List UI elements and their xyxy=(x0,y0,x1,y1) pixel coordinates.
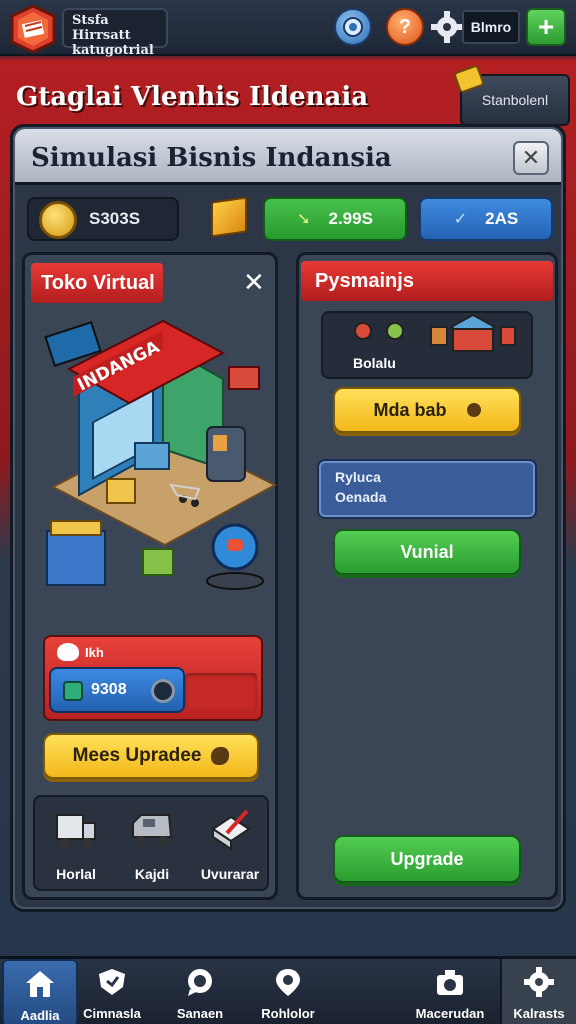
nav-label: Cimnasla xyxy=(83,1006,141,1021)
upgrade-store-button[interactable]: Mees Upradee xyxy=(43,733,259,779)
vehicle-item-truck[interactable]: Horlal xyxy=(41,803,111,887)
panel-header: Simulasi Bisnis Indansia ✕ xyxy=(15,129,561,185)
shield-icon xyxy=(99,969,125,995)
package-icon xyxy=(63,681,83,701)
gear-icon xyxy=(524,967,554,997)
coin-value: S303S xyxy=(89,209,141,228)
coin-bag-icon xyxy=(211,747,230,765)
arrow-icon: ➘ xyxy=(297,211,311,228)
shop-illustration[interactable]: INDANGA xyxy=(43,299,279,619)
gear-icon[interactable] xyxy=(430,10,464,44)
van-icon xyxy=(132,814,173,846)
progress-label: Ikh xyxy=(85,645,104,660)
vehicle-selector: Horlal Kajdi Uvurarar xyxy=(33,795,269,891)
nav-label: Rohlolor xyxy=(261,1006,315,1021)
coin-icon xyxy=(39,201,77,239)
settings-icon[interactable] xyxy=(334,8,372,46)
partners-title: Pysmainjs xyxy=(301,261,553,301)
game-logo-icon[interactable] xyxy=(8,4,58,54)
nav-item-chat[interactable]: Sanaen xyxy=(162,959,238,1024)
add-currency-button[interactable]: + xyxy=(526,8,566,46)
vehicle-label: Uvurarar xyxy=(200,866,260,882)
brand-line-2: katugotrial xyxy=(72,43,154,58)
info-line-1: Ryluca xyxy=(335,469,381,485)
coin-stat: S303S xyxy=(27,197,179,241)
virtual-store-title: Toko Virtual xyxy=(31,263,163,303)
upgrade-store-label: Mees Upradee xyxy=(72,745,202,766)
home-icon xyxy=(26,971,54,997)
feature-label: Bolalu xyxy=(353,355,396,371)
nav-label: Sanaen xyxy=(176,1006,224,1021)
brand-name: Stsfa Hirrsatt katugotrial xyxy=(62,8,168,58)
check-icon: ✓ xyxy=(453,211,468,228)
stats-row: S303S ➘ 2.99S ✓ 2AS xyxy=(27,196,557,243)
green-stat[interactable]: ➘ 2.99S xyxy=(263,197,407,241)
delivery-box-icon xyxy=(211,809,251,851)
top-bar: Stsfa Hirrsatt katugotrial ? Blmro + xyxy=(0,0,576,58)
cog-icon xyxy=(343,17,363,37)
coin-icon xyxy=(466,403,481,417)
virtual-store-card: Toko Virtual ✕ INDANGA Ikh 9308 Mees Upr… xyxy=(22,252,278,900)
chat-icon xyxy=(188,969,212,996)
nav-label: Kalrasts xyxy=(513,1006,565,1021)
brand-line-1: Stsfa Hirrsatt xyxy=(72,13,131,43)
blue-stat-value: 2AS xyxy=(485,209,519,228)
feature-preview[interactable]: Bolalu xyxy=(321,311,533,379)
vunial-button[interactable]: Vunial xyxy=(333,529,521,575)
blue-stat[interactable]: ✓ 2AS xyxy=(419,197,553,241)
location-icon xyxy=(276,969,300,996)
vehicle-label: Kajdi xyxy=(134,866,170,882)
nav-item-location[interactable]: Rohlolor xyxy=(250,959,326,1024)
maba-button-label: Mda bab xyxy=(373,399,447,420)
progress-track xyxy=(185,673,257,709)
nav-item-home[interactable]: Aadlia xyxy=(2,959,78,1024)
close-button[interactable]: ✕ xyxy=(513,141,549,175)
maba-button[interactable]: Mda bab xyxy=(333,387,521,433)
banner-title: Gtaglai Vlenhis Ildenaia xyxy=(16,82,369,112)
feature-items-icon xyxy=(354,313,516,352)
card-close-button[interactable]: ✕ xyxy=(243,267,265,298)
bottom-navigation: Aadlia Cimnasla Sanaen Rohlolor Maceruda… xyxy=(0,956,576,1024)
nav-label: Aadlia xyxy=(20,1008,60,1023)
panel-title: Simulasi Bisnis Indansia xyxy=(31,143,392,173)
progress-value: 9308 xyxy=(91,681,127,698)
nav-item-shield[interactable]: Cimnasla xyxy=(74,959,150,1024)
upgrade-button[interactable]: Upgrade xyxy=(333,835,521,883)
progress-panel: Ikh 9308 xyxy=(43,635,263,721)
green-stat-value: 2.99S xyxy=(328,209,373,228)
help-button[interactable]: ? xyxy=(386,8,424,46)
progress-value-box: 9308 xyxy=(49,667,185,713)
nav-item-camera[interactable]: Macerudan xyxy=(412,959,488,1024)
info-box: Ryluca Oenada xyxy=(317,459,537,519)
heart-icon xyxy=(57,643,79,661)
currency-display: Blmro xyxy=(462,10,520,44)
vehicle-label: Horlal xyxy=(56,866,96,882)
camera-icon xyxy=(151,679,175,703)
nav-label: Macerudan xyxy=(415,1006,485,1021)
info-line-2: Oenada xyxy=(335,489,387,505)
crate-icon xyxy=(211,196,247,238)
partners-card: Pysmainjs Bolalu Mda bab Ryluca Oenada V… xyxy=(296,252,558,900)
vehicle-item-package[interactable]: Uvurarar xyxy=(195,803,265,887)
camera-icon xyxy=(437,970,463,995)
nav-item-settings[interactable]: Kalrasts xyxy=(500,959,576,1024)
truck-icon xyxy=(56,814,96,848)
vehicle-item-van[interactable]: Kajdi xyxy=(117,803,187,887)
